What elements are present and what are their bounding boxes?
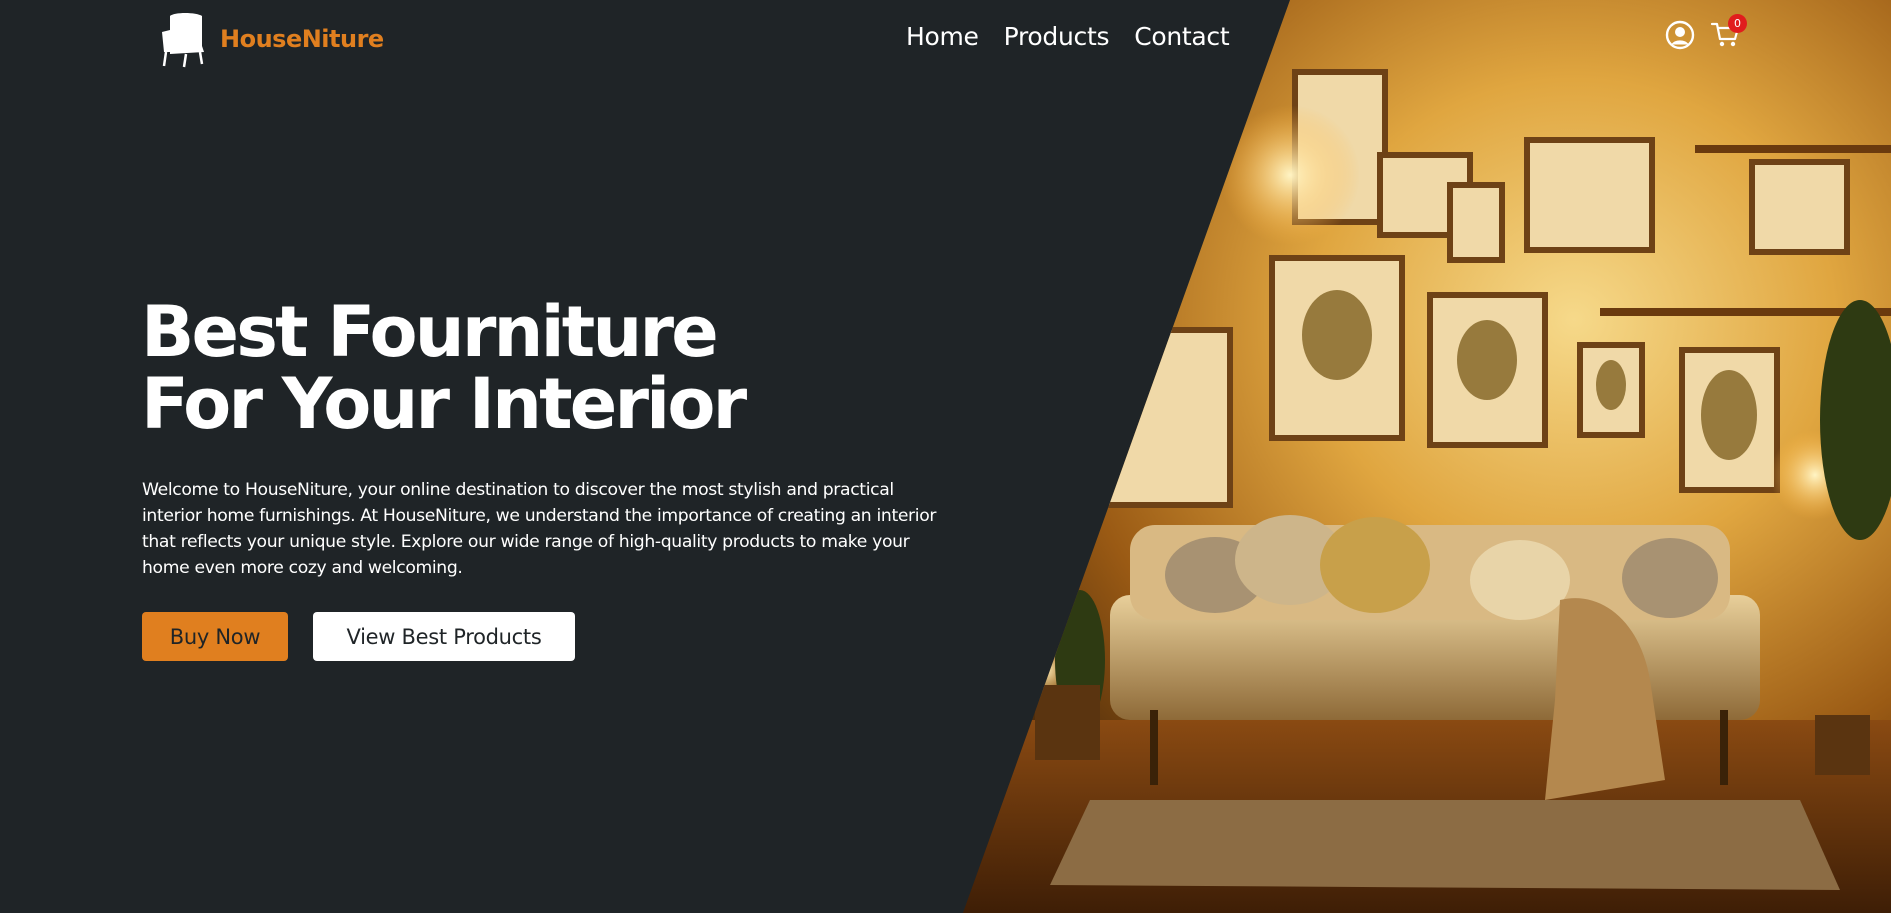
main-nav: Home Products Contact — [906, 18, 1230, 56]
buy-now-button[interactable]: Buy Now — [142, 612, 288, 661]
hero-living-room-image — [963, 0, 1891, 913]
hero-title-line-2: For Your Interior — [141, 363, 747, 445]
cart-button[interactable]: 0 — [1710, 14, 1747, 52]
header-actions: 0 — [1665, 14, 1747, 52]
nav-home[interactable]: Home — [906, 18, 979, 56]
landing-page: HouseNiture Home Products Contact 0 Best… — [0, 0, 1891, 913]
nav-contact[interactable]: Contact — [1134, 18, 1229, 56]
hero-title: Best Fourniture For Your Interior — [141, 291, 747, 445]
view-best-products-button[interactable]: View Best Products — [313, 612, 575, 661]
hero-title-line-1: Best Fourniture — [141, 291, 719, 373]
armchair-icon — [162, 13, 204, 68]
site-header: HouseNiture Home Products Contact 0 — [0, 0, 1891, 76]
hero-description: Welcome to HouseNiture, your online dest… — [142, 480, 937, 578]
cart-count-badge: 0 — [1728, 14, 1747, 33]
brand-name: HouseNiture — [220, 25, 384, 53]
user-circle-icon[interactable] — [1665, 20, 1695, 50]
logo-link[interactable]: HouseNiture — [156, 10, 384, 68]
nav-products[interactable]: Products — [1004, 18, 1110, 56]
